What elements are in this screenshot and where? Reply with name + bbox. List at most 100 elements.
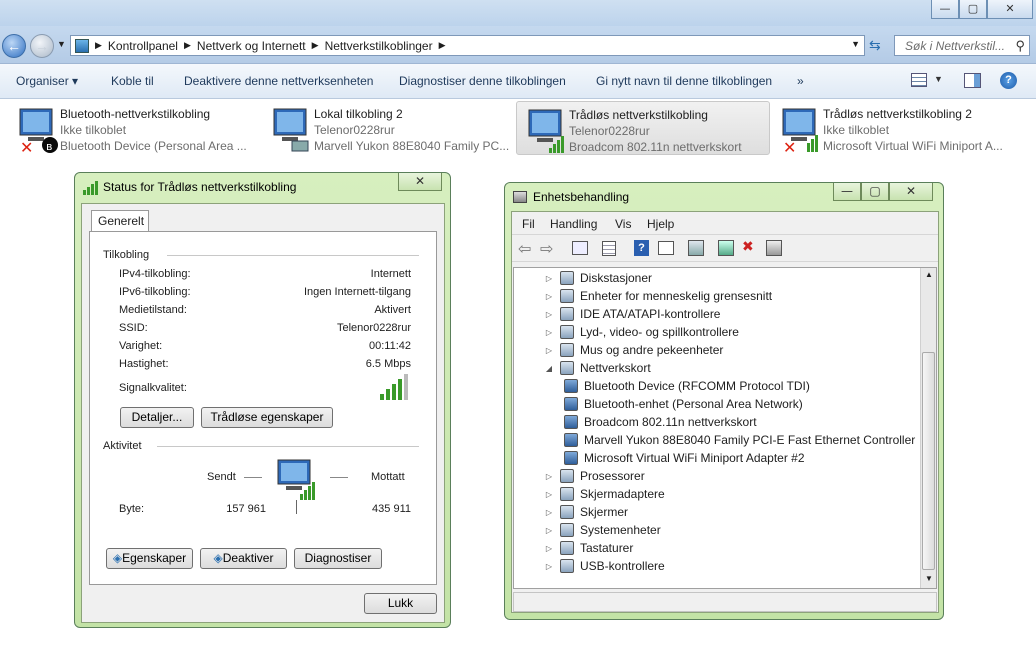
tree-child-item[interactable]: Broadcom 802.11n nettverkskort	[564, 413, 757, 431]
expand-arrow-icon[interactable]: ▷	[544, 292, 554, 301]
tree-category-item[interactable]: ▷ Systemenheter	[544, 521, 661, 539]
divider	[296, 500, 297, 514]
connection-lokal[interactable]: Lokal tilkobling 2 Telenor0228rur Marvel…	[262, 101, 512, 155]
menu-fil[interactable]: Fil	[522, 217, 535, 231]
tree-category-item[interactable]: ▷ USB-kontrollere	[544, 557, 665, 575]
tree-child-item[interactable]: Microsoft Virtual WiFi Miniport Adapter …	[564, 449, 805, 467]
scan-hardware-icon[interactable]	[688, 240, 704, 256]
back-arrow-icon[interactable]: ⇦	[518, 239, 531, 259]
breadcrumb-nettverkstilkoblinger[interactable]: Nettverkstilkoblinger	[325, 39, 433, 53]
section-activity-label: Aktivitet	[103, 440, 142, 452]
tab-panel: Tilkobling IPv4-tilkobling: Internett IP…	[89, 231, 437, 585]
device-category-icon	[560, 271, 574, 285]
menu-vis[interactable]: Vis	[615, 217, 631, 231]
uninstall-icon[interactable]: ✖	[742, 238, 754, 255]
vertical-scrollbar[interactable]: ▲ ▼	[920, 268, 936, 588]
search-icon[interactable]: ⚲	[1015, 38, 1025, 54]
tree-category-item[interactable]: ▷ Skjermer	[544, 503, 628, 521]
close-dialog-button[interactable]: Lukk	[364, 593, 437, 614]
properties-icon[interactable]	[602, 241, 616, 256]
tree-category-item[interactable]: ▷ Enheter for menneskelig grensesnitt	[544, 287, 772, 305]
connection-bluetooth[interactable]: ✕ ʙ Bluetooth-nettverkstilkobling Ikke t…	[8, 101, 258, 155]
view-options-icon[interactable]	[911, 73, 927, 87]
svg-text:✕: ✕	[20, 138, 33, 155]
forward-arrow-icon[interactable]: ⇨	[540, 239, 553, 259]
tree-category-item[interactable]: ▷ IDE ATA/ATAPI-kontrollere	[544, 305, 720, 323]
view-icon[interactable]	[658, 241, 674, 255]
expand-arrow-icon[interactable]: ▷	[544, 508, 554, 517]
diagnose-dialog-button[interactable]: Diagnostiser	[294, 548, 382, 569]
tree-category-item[interactable]: ▷ Prosessorer	[544, 467, 645, 485]
dialog-close-button[interactable]: ✕	[398, 173, 442, 191]
expand-arrow-icon[interactable]: ▷	[544, 274, 554, 283]
ssid-value: Telenor0228rur	[337, 322, 411, 334]
search-input[interactable]: Søk i Nettverkstil... ⚲	[894, 35, 1030, 56]
expand-arrow-icon[interactable]: ▷	[544, 544, 554, 553]
tree-category-item[interactable]: ▷ Mus og andre pekeenheter	[544, 341, 723, 359]
update-driver-icon[interactable]	[718, 240, 734, 256]
dm-close-button[interactable]: ✕	[889, 183, 933, 201]
expand-arrow-icon[interactable]: ▷	[544, 490, 554, 499]
diagnose-button[interactable]: Diagnostiser denne tilkoblingen	[399, 74, 566, 88]
tree-item-label: Broadcom 802.11n nettverkskort	[584, 415, 757, 429]
tree-child-item[interactable]: Bluetooth Device (RFCOMM Protocol TDI)	[564, 377, 810, 395]
dm-minimize-button[interactable]: —	[833, 183, 861, 201]
window-frame: — ▢ ✕	[0, 0, 1036, 26]
breadcrumb-nettverk[interactable]: Nettverk og Internett	[197, 39, 306, 53]
connection-device: Broadcom 802.11n nettverkskort	[569, 140, 742, 154]
wireless-properties-button[interactable]: Trådløse egenskaper	[201, 407, 333, 428]
view-dropdown-icon[interactable]: ▼	[934, 74, 943, 84]
connection-wireless-selected[interactable]: Trådløs nettverkstilkobling Telenor0228r…	[516, 101, 770, 155]
expand-arrow-icon[interactable]: ▷	[544, 472, 554, 481]
rename-button[interactable]: Gi nytt navn til denne tilkoblingen	[596, 74, 772, 88]
properties-button[interactable]: ◈Egenskaper	[106, 548, 193, 569]
connection-device: Bluetooth Device (Personal Area ...	[60, 139, 247, 153]
properties-button-label: Egenskaper	[122, 551, 187, 565]
address-dropdown-icon[interactable]: ▼	[851, 39, 860, 49]
breadcrumb-kontrollpanel[interactable]: Kontrollpanel	[108, 39, 178, 53]
close-button[interactable]: ✕	[987, 0, 1033, 19]
tree-child-item[interactable]: Marvell Yukon 88E8040 Family PCI-E Fast …	[564, 431, 915, 449]
disable-device-icon[interactable]	[766, 240, 782, 256]
history-dropdown-icon[interactable]: ▼	[57, 39, 66, 49]
expand-arrow-icon[interactable]: ▷	[544, 562, 554, 571]
disable-device-button[interactable]: Deaktivere denne nettverksenheten	[184, 74, 373, 88]
disable-button[interactable]: ◈Deaktiver	[200, 548, 287, 569]
minimize-button[interactable]: —	[931, 0, 959, 19]
refresh-icon[interactable]: ⇆	[869, 37, 881, 54]
expand-arrow-icon[interactable]: ▷	[544, 328, 554, 337]
expand-arrow-icon[interactable]: ◢	[544, 364, 554, 373]
tab-generelt[interactable]: Generelt	[91, 210, 149, 232]
help-icon[interactable]: ?	[1000, 72, 1017, 89]
menu-hjelp[interactable]: Hjelp	[647, 217, 674, 231]
tree-child-item[interactable]: Bluetooth-enhet (Personal Area Network)	[564, 395, 803, 413]
expand-arrow-icon[interactable]: ▷	[544, 310, 554, 319]
tree-category-item[interactable]: ▷ Lyd-, video- og spillkontrollere	[544, 323, 739, 341]
scroll-thumb[interactable]	[922, 352, 935, 570]
divider	[157, 446, 419, 447]
scroll-down-icon[interactable]: ▼	[925, 574, 933, 583]
divider	[167, 255, 419, 256]
tree-category-item[interactable]: ▷ Skjermadaptere	[544, 485, 665, 503]
help-icon[interactable]: ?	[634, 240, 649, 256]
forward-button[interactable]: →	[30, 34, 54, 58]
scroll-up-icon[interactable]: ▲	[925, 270, 933, 279]
tree-category-item[interactable]: ▷ Diskstasjoner	[544, 269, 652, 287]
preview-pane-icon[interactable]	[964, 73, 981, 88]
tree-category-item[interactable]: ▷ Tastaturer	[544, 539, 633, 557]
menu-handling[interactable]: Handling	[550, 217, 597, 231]
console-tree-icon[interactable]	[572, 241, 588, 255]
back-button[interactable]: ←	[2, 34, 26, 58]
maximize-button[interactable]: ▢	[959, 0, 987, 19]
tree-category-item[interactable]: ◢ Nettverkskort	[544, 359, 651, 377]
expand-arrow-icon[interactable]: ▷	[544, 346, 554, 355]
dm-maximize-button[interactable]: ▢	[861, 183, 889, 201]
organize-menu[interactable]: Organiser ▾	[16, 74, 78, 88]
connect-button[interactable]: Koble til	[111, 74, 154, 88]
details-button[interactable]: Detaljer...	[120, 407, 194, 428]
connection-wireless-2[interactable]: ✕ Trådløs nettverkstilkobling 2 Ikke til…	[771, 101, 1033, 155]
expand-arrow-icon[interactable]: ▷	[544, 526, 554, 535]
more-commands-button[interactable]: »	[797, 74, 804, 88]
address-bar[interactable]: ▶ Kontrollpanel ▶ Nettverk og Internett …	[70, 35, 865, 56]
connection-name: Lokal tilkobling 2	[314, 107, 403, 121]
